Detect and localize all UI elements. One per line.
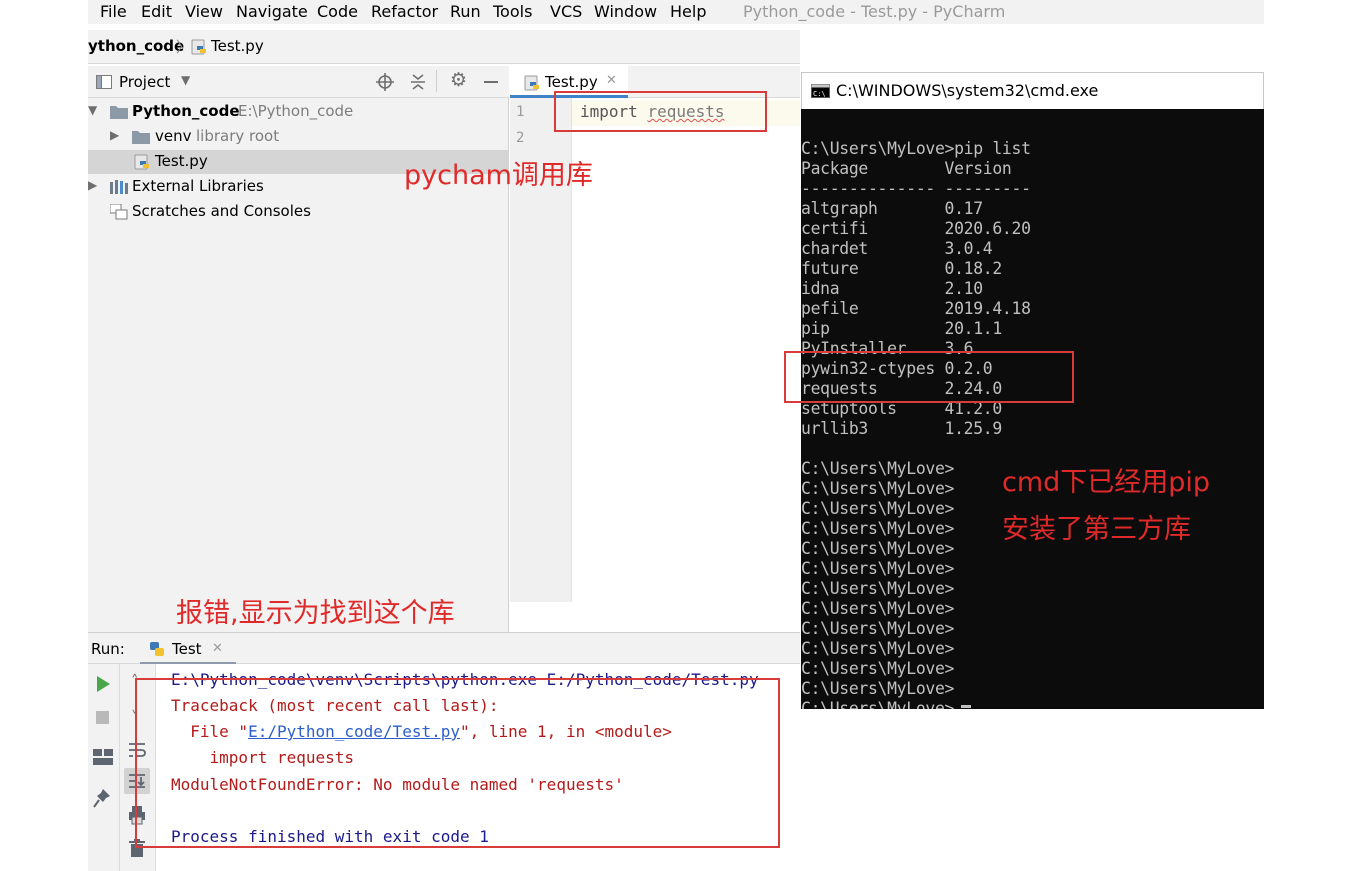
window-title: Python_code - Test.py - PyCharm — [743, 2, 1006, 21]
cmd-line: chardet 3.0.4 — [801, 239, 993, 258]
folder-icon — [132, 131, 150, 144]
locate-icon[interactable] — [376, 73, 394, 91]
menu-tools[interactable]: Tools — [493, 2, 532, 21]
annotation-box-requests — [784, 351, 1074, 403]
python-file-icon — [191, 39, 206, 55]
run-panel-label: Run: — [91, 640, 125, 658]
menu-window[interactable]: Window — [594, 2, 657, 21]
scratches-icon — [110, 204, 128, 220]
close-icon[interactable]: ✕ — [212, 641, 223, 656]
chevron-down-icon[interactable]: ▼ — [181, 73, 190, 87]
libraries-icon — [110, 180, 128, 194]
menu-run[interactable]: Run — [450, 2, 481, 21]
python-icon — [150, 642, 164, 656]
cmd-line: Package Version — [801, 159, 1012, 178]
cmd-line: pip 20.1.1 — [801, 319, 1002, 338]
collapse-all-icon[interactable] — [410, 73, 426, 91]
chevron-right-icon[interactable]: ▶ — [110, 128, 119, 142]
run-tab-test[interactable]: Test ✕ — [140, 633, 236, 665]
cmd-line: C:\Users\MyLove> — [801, 539, 955, 558]
stop-icon[interactable] — [96, 711, 109, 724]
cmd-line: C:\Users\MyLove> — [801, 479, 955, 498]
cmd-line: C:\Users\MyLove> — [801, 579, 955, 598]
chevron-down-icon[interactable]: ▼ — [88, 103, 97, 117]
cmd-line: urllib3 1.25.9 — [801, 419, 1002, 438]
cmd-line: C:\Users\MyLove> — [801, 699, 955, 709]
annotation-cmd-line2: 安装了第三方库 — [1002, 514, 1191, 545]
annotation-box-error — [135, 678, 780, 848]
cmd-line: C:\Users\MyLove> — [801, 519, 955, 538]
cmd-line: C:\Users\MyLove> — [801, 559, 955, 578]
python-file-icon — [524, 75, 539, 91]
svg-text:C:\: C:\ — [813, 90, 826, 98]
tree-item-label: Scratches and Consoles — [132, 202, 311, 220]
tree-item-hint: E:\Python_code — [238, 102, 354, 120]
cmd-line: altgraph 0.17 — [801, 199, 983, 218]
cmd-line: C:\Users\MyLove>pip list — [801, 139, 1031, 158]
layout-icon[interactable] — [93, 749, 113, 765]
cmd-line: C:\Users\MyLove> — [801, 619, 955, 638]
editor-tab-label: Test.py — [545, 73, 598, 91]
cmd-line: C:\Users\MyLove> — [801, 659, 955, 678]
tree-item-label: Python_code — [132, 102, 240, 120]
tree-item-scratches[interactable]: Scratches and Consoles — [88, 200, 509, 224]
python-file-icon — [134, 154, 149, 170]
tree-item-hint: library root — [196, 127, 280, 145]
cmd-console[interactable]: C:\Users\MyLove>pip list Package Version -… — [801, 109, 1264, 709]
run-toolbar-primary — [88, 664, 120, 871]
tree-item-venv[interactable]: ▶ venv library root — [88, 125, 509, 149]
cmd-line: C:\Users\MyLove> — [801, 499, 955, 518]
menu-code[interactable]: Code — [317, 2, 358, 21]
chevron-right-icon[interactable]: ▶ — [88, 178, 97, 192]
breadcrumb-file[interactable]: Test.py — [211, 37, 264, 55]
annotation-error: 报错,显示为找到这个库 — [176, 598, 455, 629]
project-view-icon — [96, 75, 112, 89]
menu-vcs[interactable]: VCS — [550, 2, 582, 21]
gear-icon[interactable]: ⚙ — [450, 69, 467, 91]
cmd-line: certifi 2020.6.20 — [801, 219, 1031, 238]
cmd-line: future 0.18.2 — [801, 259, 1002, 278]
folder-icon — [110, 106, 128, 119]
annotation-pycharm: pycham调用库 — [404, 160, 593, 191]
annotation-box-import — [554, 91, 767, 132]
menu-bar: File Edit View Navigate Code Refactor Ru… — [88, 0, 1264, 24]
menu-refactor[interactable]: Refactor — [371, 2, 438, 21]
cmd-line: pefile 2019.4.18 — [801, 299, 1031, 318]
breadcrumb-project[interactable]: ython_code — [88, 37, 184, 55]
pin-icon[interactable] — [93, 788, 111, 808]
tree-item-label: Test.py — [155, 152, 208, 170]
run-panel-header: Run: Test ✕ — [88, 632, 800, 665]
cmd-line: C:\Users\MyLove> — [801, 639, 955, 658]
menu-edit[interactable]: Edit — [141, 2, 172, 21]
tree-item-label: External Libraries — [132, 177, 264, 195]
project-panel-header: Project ▼ ⚙ — [88, 66, 509, 98]
menu-file[interactable]: File — [100, 2, 127, 21]
cmd-line: C:\Users\MyLove> — [801, 599, 955, 618]
code-editor[interactable] — [572, 98, 800, 602]
run-tab-label: Test — [172, 640, 202, 658]
line-number: 2 — [516, 130, 525, 146]
project-panel-title[interactable]: Project — [119, 73, 170, 91]
tree-item-python-code[interactable]: ▼ Python_code E:\Python_code — [88, 100, 509, 124]
tree-item-label: venv — [155, 127, 192, 145]
cmd-cursor — [961, 705, 971, 708]
annotation-cmd-line1: cmd下已经用pip — [1002, 467, 1211, 498]
breadcrumb: ython_code 〉 Test.py — [88, 30, 800, 64]
cmd-line: idna 2.10 — [801, 279, 983, 298]
cmd-line: C:\Users\MyLove> — [801, 459, 955, 478]
cmd-window-title: C:\WINDOWS\system32\cmd.exe — [836, 81, 1099, 100]
minimize-icon[interactable] — [484, 81, 498, 83]
header-divider — [436, 70, 437, 92]
menu-navigate[interactable]: Navigate — [236, 2, 308, 21]
rerun-icon[interactable] — [95, 675, 111, 693]
cmd-window-titlebar[interactable]: C:\ C:\WINDOWS\system32\cmd.exe — [801, 72, 1264, 109]
menu-view[interactable]: View — [185, 2, 223, 21]
cmd-line: -------------- --------- — [801, 179, 1031, 198]
line-number: 1 — [516, 104, 525, 120]
menu-help[interactable]: Help — [670, 2, 706, 21]
close-icon[interactable]: ✕ — [606, 73, 617, 88]
cmd-line: C:\Users\MyLove> — [801, 679, 955, 698]
cmd-icon: C:\ — [811, 84, 830, 98]
chevron-right-icon: 〉 — [176, 38, 192, 56]
